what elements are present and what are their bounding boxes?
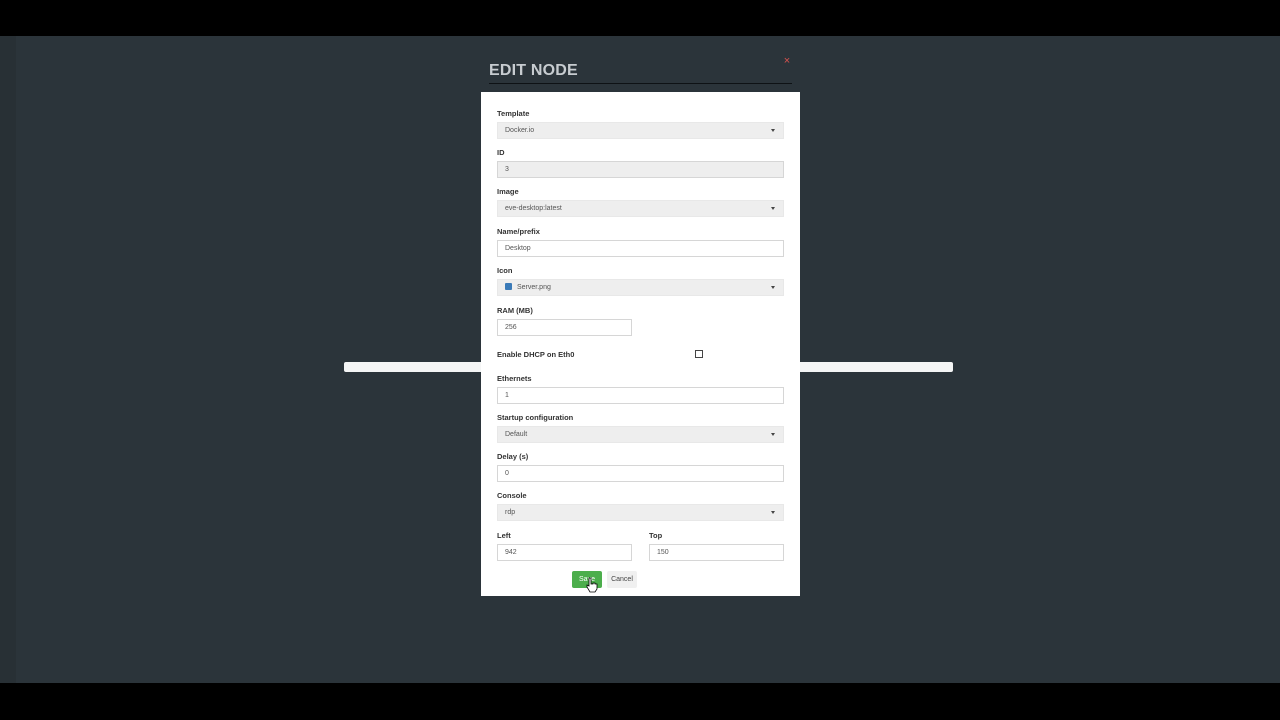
id-label: ID xyxy=(497,148,505,157)
template-select[interactable]: Docker.io xyxy=(497,122,784,139)
server-icon xyxy=(505,283,512,290)
chevron-down-icon xyxy=(771,207,775,210)
id-field: 3 xyxy=(497,161,784,178)
chevron-down-icon xyxy=(771,433,775,436)
workspace-canvas: EDIT NODE × Template Docker.io ID 3 Imag… xyxy=(0,36,1280,683)
close-icon[interactable]: × xyxy=(782,56,792,67)
icon-select[interactable]: Server.png xyxy=(497,279,784,296)
left-label: Left xyxy=(497,531,511,540)
left-field[interactable]: 942 xyxy=(497,544,632,561)
console-select[interactable]: rdp xyxy=(497,504,784,521)
dialog-title: EDIT NODE xyxy=(489,62,578,79)
mouse-cursor-icon xyxy=(586,577,598,593)
name-field[interactable]: Desktop xyxy=(497,240,784,257)
top-label: Top xyxy=(649,531,663,540)
ethernets-field[interactable]: 1 xyxy=(497,387,784,404)
dialog-body: Template Docker.io ID 3 Image eve-deskto… xyxy=(481,92,800,596)
dialog-header: EDIT NODE × xyxy=(481,50,800,92)
dhcp-label: Enable DHCP on Eth0 xyxy=(497,350,575,359)
icon-label: Icon xyxy=(497,266,513,275)
delay-label: Delay (s) xyxy=(497,452,529,461)
ram-field[interactable]: 256 xyxy=(497,319,632,336)
header-divider xyxy=(489,83,792,84)
name-label: Name/prefix xyxy=(497,227,540,236)
icon-value: Server.png xyxy=(517,284,551,291)
console-value: rdp xyxy=(505,509,516,516)
startup-config-select[interactable]: Default xyxy=(497,426,784,443)
image-label: Image xyxy=(497,187,519,196)
dhcp-checkbox[interactable] xyxy=(695,350,703,358)
sidebar-strip xyxy=(0,36,16,683)
top-field[interactable]: 150 xyxy=(649,544,784,561)
image-value: eve-desktop:latest xyxy=(505,205,562,212)
ethernets-label: Ethernets xyxy=(497,374,532,383)
chevron-down-icon xyxy=(771,286,775,289)
startup-config-label: Startup configuration xyxy=(497,413,574,422)
console-label: Console xyxy=(497,491,527,500)
template-label: Template xyxy=(497,109,530,118)
ram-label: RAM (MB) xyxy=(497,306,533,315)
cancel-button[interactable]: Cancel xyxy=(607,571,637,588)
chevron-down-icon xyxy=(771,511,775,514)
startup-config-value: Default xyxy=(505,431,528,438)
chevron-down-icon xyxy=(771,129,775,132)
edit-node-dialog: EDIT NODE × Template Docker.io ID 3 Imag… xyxy=(481,50,800,596)
template-value: Docker.io xyxy=(505,127,535,134)
image-select[interactable]: eve-desktop:latest xyxy=(497,200,784,217)
delay-field[interactable]: 0 xyxy=(497,465,784,482)
